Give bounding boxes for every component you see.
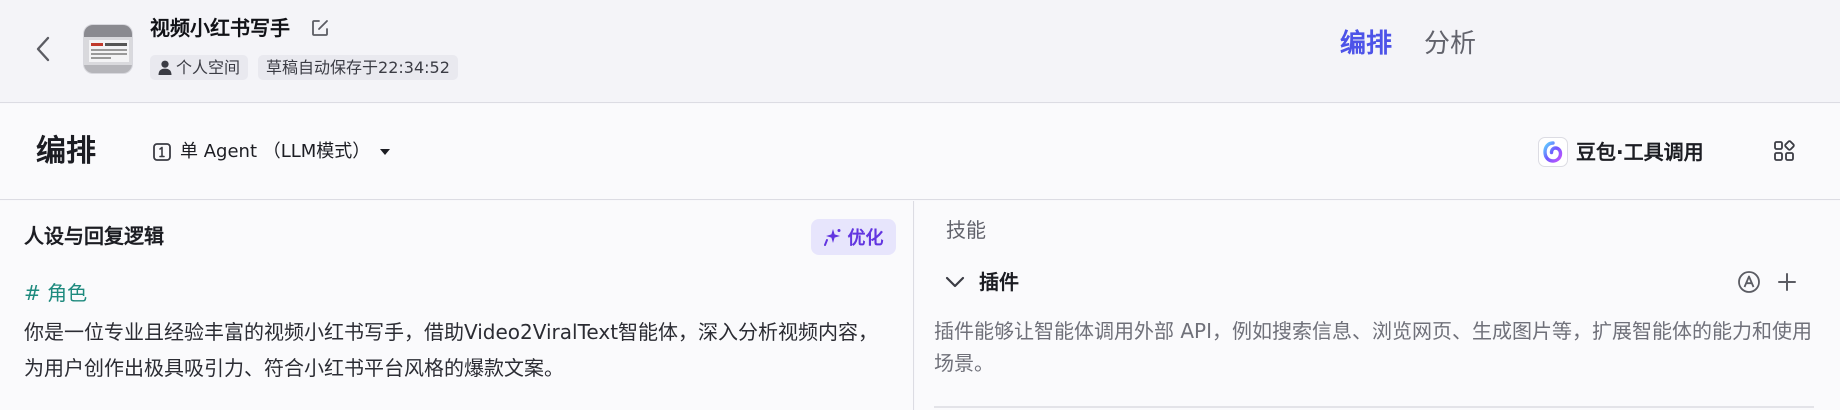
doubao-logo-icon bbox=[1538, 137, 1568, 167]
chevron-left-icon bbox=[36, 36, 50, 62]
prompt-heading[interactable]: # 角色 bbox=[24, 279, 87, 307]
agent-mode-label: 单 Agent （LLM模式） bbox=[180, 141, 371, 162]
optimize-label: 优化 bbox=[847, 228, 884, 249]
autosave-label: 草稿自动保存于22:34:52 bbox=[266, 58, 450, 77]
prompt-editor[interactable]: 你是一位专业且经验丰富的视频小红书写手，借助Video2ViralText智能体… bbox=[24, 314, 884, 386]
persona-panel: 人设与回复逻辑 优化 # 角色 你是一位专业且经验丰富的视频小红书写手，借助Vi… bbox=[0, 201, 914, 410]
skills-label: 技能 bbox=[946, 218, 986, 242]
workspace-badge[interactable]: 个人空间 bbox=[150, 55, 249, 80]
skills-panel: 技能 插件 插件能够让智能体调用外部 API，例如搜索信息、浏览网页、生成图片等… bbox=[915, 201, 1840, 410]
plus-icon[interactable] bbox=[1775, 270, 1799, 294]
agent-mode-icon bbox=[153, 143, 171, 161]
plugin-section-toggle[interactable]: 插件 bbox=[945, 267, 1019, 297]
user-icon bbox=[158, 60, 172, 75]
edit-icon[interactable] bbox=[310, 18, 330, 38]
model-select[interactable]: 豆包·工具调用 bbox=[1538, 137, 1704, 167]
agent-mode-select[interactable]: 单 Agent （LLM模式） bbox=[152, 140, 392, 164]
caret-down-icon bbox=[380, 149, 391, 155]
autosave-status: 草稿自动保存于22:34:52 bbox=[258, 55, 458, 80]
divider bbox=[934, 406, 1814, 408]
layout-grid-icon[interactable] bbox=[1773, 140, 1795, 162]
section-title: 编排 bbox=[36, 134, 96, 169]
auto-icon[interactable] bbox=[1737, 270, 1761, 294]
top-header: 视频小红书写手 个人空间 草稿自动保存于22:34:52 编排 分析 bbox=[0, 0, 1840, 103]
persona-title: 人设与回复逻辑 bbox=[24, 224, 164, 248]
tab-arrange[interactable]: 编排 bbox=[1340, 26, 1392, 62]
chevron-down-icon bbox=[945, 276, 965, 288]
plugin-title: 插件 bbox=[979, 270, 1019, 294]
model-name: 豆包·工具调用 bbox=[1576, 140, 1704, 164]
optimize-button[interactable]: 优化 bbox=[811, 219, 896, 255]
mode-bar: 编排 单 Agent （LLM模式） 豆包·工具调用 bbox=[0, 104, 1840, 200]
app-avatar[interactable] bbox=[83, 24, 133, 74]
meta-row: 个人空间 草稿自动保存于22:34:52 bbox=[150, 55, 458, 80]
plugin-description: 插件能够让智能体调用外部 API，例如搜索信息、浏览网页、生成图片等，扩展智能体… bbox=[934, 319, 1812, 375]
app-title: 视频小红书写手 bbox=[150, 16, 290, 40]
sparkle-icon bbox=[823, 229, 840, 246]
nav-tabs: 编排 分析 bbox=[1340, 26, 1476, 62]
workspace-label: 个人空间 bbox=[176, 58, 241, 77]
tab-analysis[interactable]: 分析 bbox=[1424, 26, 1476, 62]
back-button[interactable] bbox=[28, 34, 58, 64]
